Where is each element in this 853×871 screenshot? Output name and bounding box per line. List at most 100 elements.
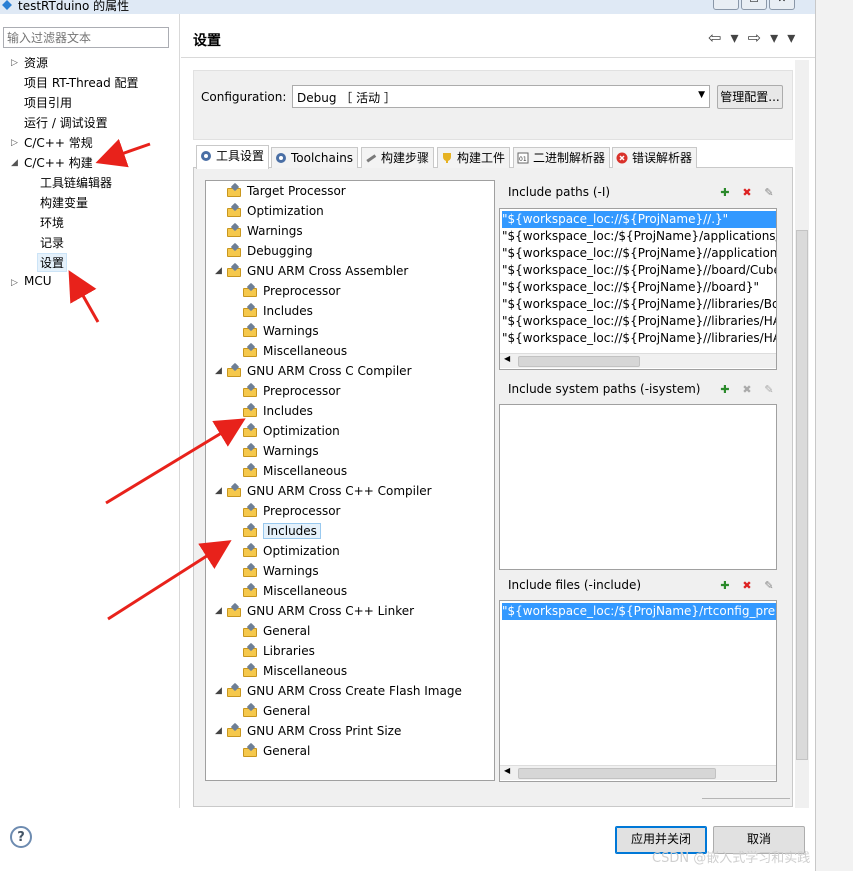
nav-item-cpp-general[interactable]: C/C++ 常规 <box>24 134 93 151</box>
nav-item-mcu[interactable]: MCU <box>24 274 52 288</box>
delete-icon[interactable]: ✖ <box>740 186 754 200</box>
configuration-select[interactable]: Debug ［ 活动 ］ ▼ <box>292 85 710 108</box>
delete-icon[interactable]: ✖ <box>740 383 754 397</box>
tree-item-label: Includes <box>263 404 313 418</box>
collapsed-arrow-icon[interactable]: ▷ <box>11 278 18 288</box>
tree-item[interactable]: Warnings <box>243 562 319 580</box>
include-system-paths-list[interactable] <box>499 404 777 570</box>
nav-item-build-variables[interactable]: 构建变量 <box>40 194 88 211</box>
include-paths-list[interactable]: "${workspace_loc://${ProjName}//.}" "${wo… <box>499 208 777 370</box>
tree-item[interactable]: Optimization <box>243 542 340 560</box>
list-item[interactable]: "${workspace_loc://${ProjName}//applicat… <box>502 245 776 262</box>
tree-item[interactable]: GNU ARM Cross C++ Linker <box>227 602 414 620</box>
list-item[interactable]: "${workspace_loc:/${ProjName}/rtconfig_p… <box>502 603 776 620</box>
tree-item[interactable]: Miscellaneous <box>243 582 347 600</box>
nav-item-run-debug-settings[interactable]: 运行 / 调试设置 <box>24 114 108 131</box>
add-icon[interactable]: ✚ <box>718 186 732 200</box>
app-icon <box>2 0 12 10</box>
tree-item[interactable]: Miscellaneous <box>243 662 347 680</box>
tree-item[interactable]: Libraries <box>243 642 315 660</box>
list-item[interactable]: "${workspace_loc://${ProjName}//board/Cu… <box>502 262 776 279</box>
delete-icon[interactable]: ✖ <box>740 579 754 593</box>
settings-folder-icon <box>243 282 257 297</box>
expanded-arrow-icon[interactable]: ◢ <box>11 158 18 168</box>
nav-item-resource[interactable]: 资源 <box>24 54 48 71</box>
list-item[interactable]: "${workspace_loc:/${ProjName}/applicatio… <box>502 228 776 245</box>
list-item[interactable]: "${workspace_loc://${ProjName}//librarie… <box>502 330 776 347</box>
vertical-scrollbar-thumb[interactable] <box>796 230 808 760</box>
list-item[interactable]: "${workspace_loc://${ProjName}//board}" <box>502 279 759 296</box>
edit-icon[interactable]: ✎ <box>762 383 776 397</box>
history-nav-arrows[interactable]: ⇦ ▾ ⇨ ▾ ▾ <box>708 28 797 47</box>
minimize-button[interactable]: — <box>713 0 739 10</box>
edit-icon[interactable]: ✎ <box>762 579 776 593</box>
tree-item[interactable]: Debugging <box>227 242 313 260</box>
settings-folder-icon <box>227 482 241 497</box>
maximize-button[interactable]: ☐ <box>741 0 767 10</box>
edit-icon[interactable]: ✎ <box>762 186 776 200</box>
tree-item[interactable]: General <box>243 622 310 640</box>
tree-item[interactable]: Optimization <box>243 422 340 440</box>
nav-item-toolchain-editor[interactable]: 工具链编辑器 <box>40 174 112 191</box>
tree-item[interactable]: Optimization <box>227 202 324 220</box>
settings-folder-icon <box>243 622 257 637</box>
horizontal-scrollbar[interactable]: ◀ <box>500 765 776 780</box>
tab-tool-settings[interactable]: 工具设置 <box>196 145 270 169</box>
list-item[interactable]: "${workspace_loc://${ProjName}//librarie… <box>502 313 776 330</box>
tab-error-parser[interactable]: 错误解析器 <box>612 147 698 168</box>
tree-expand-icon[interactable]: ◢ <box>215 686 222 696</box>
tree-expand-icon[interactable]: ◢ <box>215 726 222 736</box>
tree-item[interactable]: GNU ARM Cross Create Flash Image <box>227 682 462 700</box>
tree-item[interactable]: Miscellaneous <box>243 462 347 480</box>
include-files-list[interactable]: "${workspace_loc:/${ProjName}/rtconfig_p… <box>499 600 777 782</box>
tree-expand-icon[interactable]: ◢ <box>215 266 222 276</box>
nav-item-environment[interactable]: 环境 <box>40 214 64 231</box>
horizontal-scrollbar-thumb[interactable] <box>518 356 640 367</box>
tree-item[interactable]: GNU ARM Cross C++ Compiler <box>227 482 432 500</box>
close-button[interactable]: ✕ <box>769 0 795 10</box>
tree-item[interactable]: GNU ARM Cross C Compiler <box>227 362 412 380</box>
collapsed-arrow-icon[interactable]: ▷ <box>11 138 18 148</box>
tree-item[interactable]: Preprocessor <box>243 382 340 400</box>
nav-item-settings[interactable]: 设置 <box>37 253 68 272</box>
tree-item[interactable]: Warnings <box>243 442 319 460</box>
nav-item-logging[interactable]: 记录 <box>40 234 64 251</box>
help-icon[interactable]: ? <box>10 826 32 848</box>
tree-item[interactable]: Miscellaneous <box>243 342 347 360</box>
nav-item-project-references[interactable]: 项目引用 <box>24 94 72 111</box>
horizontal-scrollbar-thumb[interactable] <box>518 768 716 779</box>
tab-build-artifact[interactable]: 构建工件 <box>437 147 511 168</box>
scroll-left-icon[interactable]: ◀ <box>504 354 510 363</box>
nav-item-cpp-build[interactable]: C/C++ 构建 <box>24 154 93 171</box>
tree-item[interactable]: Includes <box>243 522 321 540</box>
tab-binary-parser[interactable]: 01 二进制解析器 <box>513 147 611 168</box>
tab-label: 错误解析器 <box>632 151 693 165</box>
tree-item-label: Miscellaneous <box>263 584 348 598</box>
tab-toolchains[interactable]: Toolchains <box>271 147 359 168</box>
tree-item[interactable]: Preprocessor <box>243 502 340 520</box>
tree-item[interactable]: Target Processor <box>227 182 346 200</box>
tab-build-steps[interactable]: 构建步骤 <box>361 147 435 168</box>
tree-item[interactable]: Warnings <box>227 222 303 240</box>
tree-item[interactable]: Includes <box>243 302 313 320</box>
list-item[interactable]: "${workspace_loc://${ProjName}//.}" <box>502 211 776 228</box>
tree-item[interactable]: Preprocessor <box>243 282 340 300</box>
tree-item[interactable]: Warnings <box>243 322 319 340</box>
horizontal-scrollbar[interactable]: ◀ <box>500 353 776 368</box>
add-icon[interactable]: ✚ <box>718 383 732 397</box>
tree-expand-icon[interactable]: ◢ <box>215 606 222 616</box>
tree-expand-icon[interactable]: ◢ <box>215 486 222 496</box>
tree-expand-icon[interactable]: ◢ <box>215 366 222 376</box>
scroll-left-icon[interactable]: ◀ <box>504 766 510 775</box>
manage-configurations-button[interactable]: 管理配置... <box>717 85 783 109</box>
tree-item[interactable]: General <box>243 742 310 760</box>
tree-item[interactable]: GNU ARM Cross Print Size <box>227 722 401 740</box>
tree-item[interactable]: General <box>243 702 310 720</box>
filter-input[interactable] <box>3 27 169 48</box>
collapsed-arrow-icon[interactable]: ▷ <box>11 58 18 68</box>
tree-item[interactable]: Includes <box>243 402 313 420</box>
nav-item-rtthread-config[interactable]: 项目 RT-Thread 配置 <box>24 74 139 91</box>
list-item[interactable]: "${workspace_loc://${ProjName}//librarie… <box>502 296 776 313</box>
tree-item[interactable]: GNU ARM Cross Assembler <box>227 262 408 280</box>
add-icon[interactable]: ✚ <box>718 579 732 593</box>
